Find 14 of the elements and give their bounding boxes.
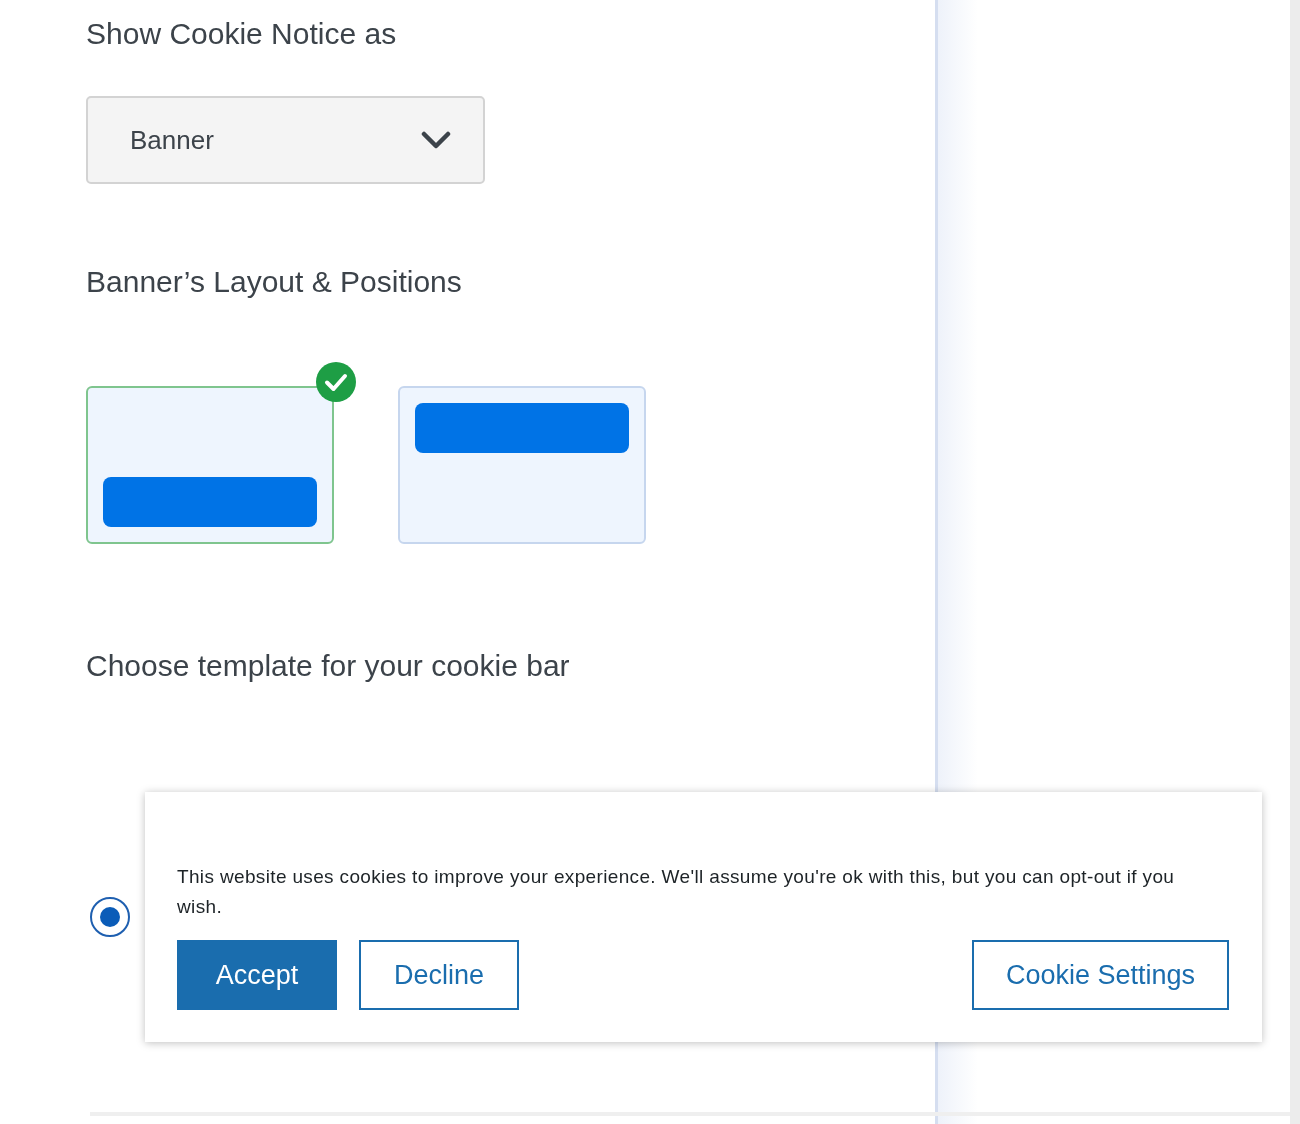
cookie-bar-button[interactable]: Accept (177, 940, 337, 1010)
radio-button[interactable] (90, 897, 130, 937)
cookie-message: This website uses cookies to improve your experience. We'll assume you're ok with this, but you can opt-out if you wish. (177, 865, 1176, 919)
section-heading: Choose template for your cookie bar (86, 648, 571, 684)
section-heading: Show Cookie Notice as (86, 16, 398, 52)
check-icon (316, 362, 356, 402)
layout-option[interactable] (86, 386, 334, 544)
section-heading: Banner’s Layout & Positions (86, 264, 463, 300)
cookie-bar-button[interactable]: Cookie Settings (971, 940, 1229, 1010)
notice-type-select[interactable]: Banner (86, 96, 485, 184)
chevron-down-icon (421, 131, 451, 149)
layout-option[interactable] (398, 386, 646, 544)
cookie-bar-button[interactable]: Decline (359, 940, 519, 1010)
cookie-bar-preview[interactable]: This website uses cookies to improve your experience. We'll assume you're ok with this, but you can opt-out if you wish. Accept Decline Cookie Settings (145, 792, 1262, 1042)
